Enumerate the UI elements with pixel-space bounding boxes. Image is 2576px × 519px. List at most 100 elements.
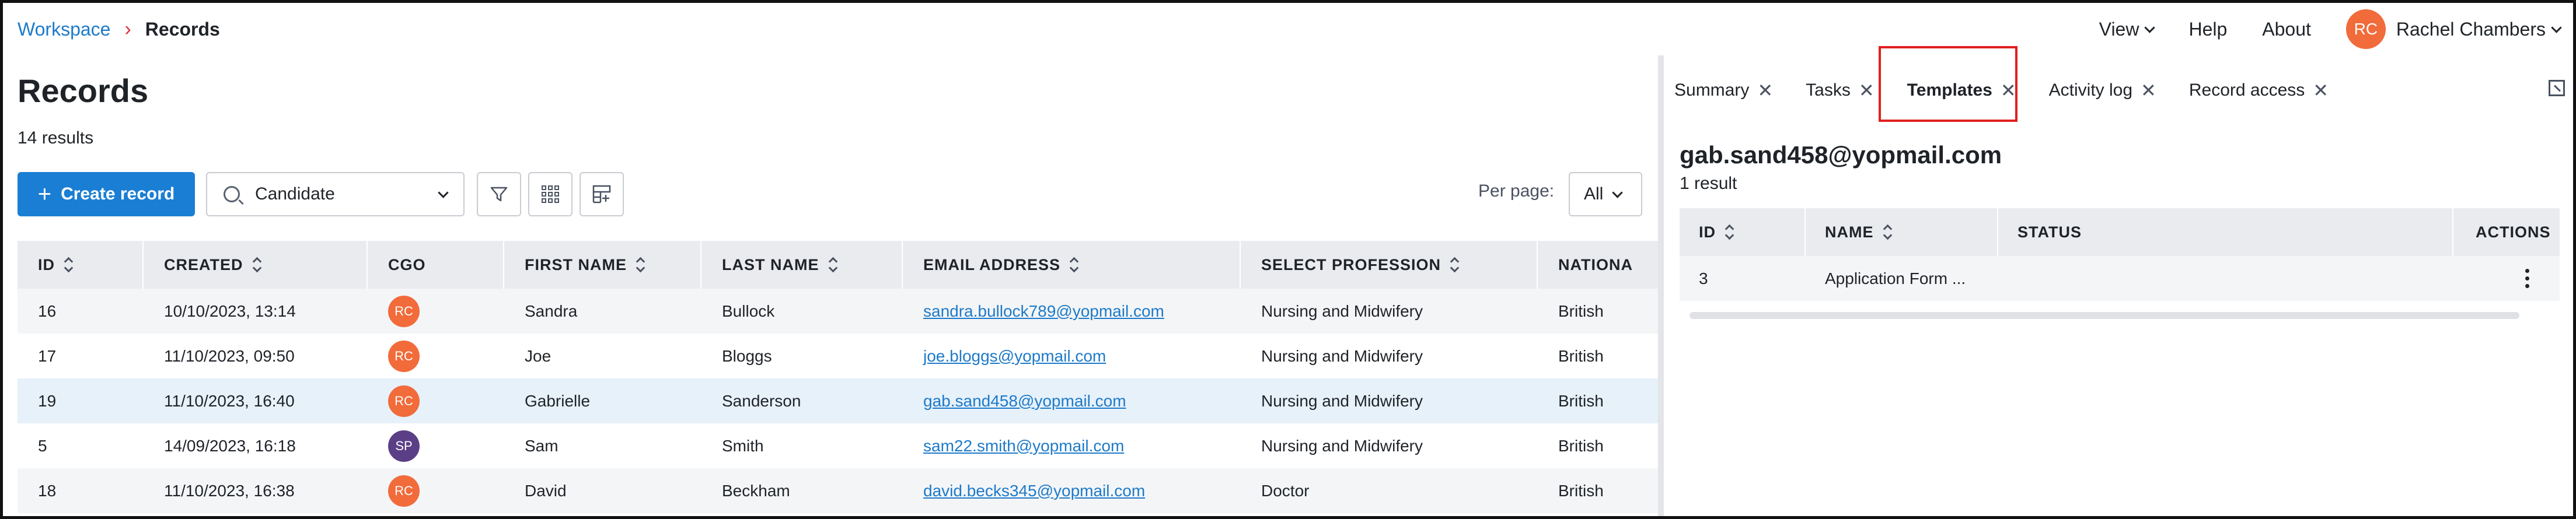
chevron-down-icon bbox=[2144, 22, 2156, 33]
column-header-name[interactable]: NAME bbox=[1806, 208, 1998, 256]
cell-id: 18 bbox=[38, 481, 57, 500]
cell-first-name: Sam bbox=[525, 436, 559, 455]
cell-cgo: RC bbox=[368, 340, 504, 372]
column-header-last-name[interactable]: LAST NAME bbox=[701, 241, 903, 289]
chevron-down-icon bbox=[2551, 22, 2562, 33]
cell-created: 11/10/2023, 16:40 bbox=[164, 391, 295, 410]
cell-profession: Nursing and Midwifery bbox=[1261, 346, 1423, 365]
expand-panel-icon[interactable] bbox=[2549, 80, 2565, 96]
column-header-id[interactable]: ID bbox=[1680, 208, 1806, 256]
table-row[interactable]: 18 11/10/2023, 16:38 RC David Beckham da… bbox=[18, 468, 1658, 513]
email-link[interactable]: gab.sand458@yopmail.com bbox=[923, 392, 1126, 410]
per-page-value: All bbox=[1584, 184, 1604, 204]
about-link[interactable]: About bbox=[2262, 19, 2311, 40]
more-actions-icon[interactable] bbox=[2525, 267, 2529, 290]
column-header-profession[interactable]: SELECT PROFESSION bbox=[1241, 241, 1538, 289]
cell-last-name: Sanderson bbox=[722, 391, 801, 410]
breadcrumb-workspace-link[interactable]: Workspace bbox=[18, 19, 110, 40]
panel-splitter[interactable] bbox=[1658, 55, 1664, 516]
cell-profession: Nursing and Midwifery bbox=[1261, 301, 1423, 320]
table-row[interactable]: 16 10/10/2023, 13:14 RC Sandra Bullock s… bbox=[18, 289, 1658, 334]
email-link[interactable]: sam22.smith@yopmail.com bbox=[923, 437, 1124, 455]
page-title: Records bbox=[18, 72, 149, 109]
create-record-button[interactable]: + Create record bbox=[18, 172, 195, 216]
cell-created: 10/10/2023, 13:14 bbox=[164, 301, 296, 320]
column-label: ID bbox=[1699, 223, 1716, 241]
help-link[interactable]: Help bbox=[2188, 19, 2227, 40]
cell-last-name: Bullock bbox=[722, 301, 775, 320]
column-header-first-name[interactable]: FIRST NAME bbox=[504, 241, 701, 289]
table-row-selected[interactable]: 19 11/10/2023, 16:40 RC Gabrielle Sander… bbox=[18, 378, 1658, 423]
column-header-email[interactable]: EMAIL ADDRESS bbox=[903, 241, 1241, 289]
templates-table: ID NAME STATUS ACTIONS 3 Application For… bbox=[1680, 208, 2560, 301]
column-label: STATUS bbox=[2017, 223, 2082, 241]
column-label: NATIONA bbox=[1558, 255, 1633, 273]
column-header-id[interactable]: ID bbox=[18, 241, 144, 289]
avatar: RC bbox=[388, 295, 420, 327]
column-header-created[interactable]: CREATED bbox=[144, 241, 368, 289]
tab-label: Tasks bbox=[1806, 80, 1851, 100]
cell-nationality: British bbox=[1558, 346, 1604, 365]
column-label: ID bbox=[38, 255, 55, 273]
tab-label: Activity log bbox=[2048, 80, 2133, 100]
cell-first-name: Joe bbox=[525, 346, 551, 365]
column-label: NAME bbox=[1825, 223, 1874, 241]
column-header-actions: ACTIONS bbox=[2453, 208, 2560, 256]
tab-tasks[interactable]: Tasks ✕ bbox=[1806, 55, 1875, 125]
filter-button[interactable] bbox=[477, 172, 521, 216]
close-icon[interactable]: ✕ bbox=[1757, 79, 1773, 101]
horizontal-scrollbar[interactable] bbox=[1690, 312, 2519, 319]
column-header-nationality[interactable]: NATIONA bbox=[1538, 241, 1658, 289]
email-link[interactable]: sandra.bullock789@yopmail.com bbox=[923, 302, 1164, 320]
column-label: EMAIL ADDRESS bbox=[923, 255, 1061, 273]
cell-created: 14/09/2023, 16:18 bbox=[164, 436, 296, 455]
top-bar: Workspace › Records View Help About RC R… bbox=[3, 3, 2573, 55]
column-label: FIRST NAME bbox=[525, 255, 627, 273]
avatar: RC bbox=[388, 385, 420, 417]
column-header-cgo: CGO bbox=[368, 241, 504, 289]
tab-record-access[interactable]: Record access ✕ bbox=[2189, 55, 2329, 125]
cell-nationality: British bbox=[1558, 481, 1604, 500]
per-page-select[interactable]: All bbox=[1569, 172, 1642, 216]
column-label: SELECT PROFESSION bbox=[1261, 255, 1441, 273]
table-row[interactable]: 17 11/10/2023, 09:50 RC Joe Bloggs joe.b… bbox=[18, 334, 1658, 378]
cell-last-name: Beckham bbox=[722, 481, 790, 500]
avatar: RC bbox=[388, 340, 420, 372]
cell-profession: Nursing and Midwifery bbox=[1261, 391, 1423, 410]
cell-last-name: Bloggs bbox=[722, 346, 772, 365]
table-header: ID NAME STATUS ACTIONS bbox=[1680, 208, 2560, 256]
records-table: ID CREATED CGO FIRST NAME LAST NAME EMAI… bbox=[18, 241, 1658, 513]
table-row[interactable]: 3 Application Form ... bbox=[1680, 256, 2560, 301]
create-record-label: Create record bbox=[61, 184, 175, 204]
close-icon[interactable]: ✕ bbox=[1859, 79, 1875, 101]
cell-cgo: RC bbox=[368, 295, 504, 327]
column-label: CREATED bbox=[164, 255, 243, 273]
tab-summary[interactable]: Summary ✕ bbox=[1674, 55, 1773, 125]
cell-cgo: RC bbox=[368, 385, 504, 417]
close-icon[interactable]: ✕ bbox=[2313, 79, 2329, 101]
email-link[interactable]: joe.bloggs@yopmail.com bbox=[923, 347, 1106, 365]
view-menu-label: View bbox=[2099, 18, 2139, 40]
cell-email: sam22.smith@yopmail.com bbox=[903, 437, 1241, 455]
column-header-status: STATUS bbox=[1998, 208, 2453, 256]
user-menu[interactable]: RC Rachel Chambers bbox=[2345, 9, 2562, 49]
add-column-button[interactable] bbox=[580, 172, 624, 216]
view-menu[interactable]: View bbox=[2099, 18, 2156, 40]
column-label: LAST NAME bbox=[722, 255, 819, 273]
detail-tabs: Summary ✕ Tasks ✕ Templates ✕ Activity log ✕… bbox=[1664, 55, 2573, 125]
close-icon[interactable]: ✕ bbox=[2141, 79, 2156, 101]
cell-last-name: Smith bbox=[722, 436, 764, 455]
sort-icon bbox=[253, 258, 261, 272]
tab-activity-log[interactable]: Activity log ✕ bbox=[2049, 55, 2156, 125]
cell-nationality: British bbox=[1558, 391, 1604, 410]
record-type-select[interactable]: Candidate bbox=[206, 172, 465, 216]
cell-created: 11/10/2023, 16:38 bbox=[164, 481, 295, 500]
email-link[interactable]: david.becks345@yopmail.com bbox=[923, 482, 1145, 500]
record-detail-panel: Summary ✕ Tasks ✕ Templates ✕ Activity log ✕… bbox=[1664, 55, 2573, 516]
chevron-down-icon bbox=[438, 187, 449, 198]
table-row[interactable]: 5 14/09/2023, 16:18 SP Sam Smith sam22.s… bbox=[18, 423, 1658, 468]
cell-cgo: SP bbox=[368, 430, 504, 462]
record-type-value: Candidate bbox=[255, 184, 335, 204]
grid-view-button[interactable] bbox=[528, 172, 573, 216]
avatar: RC bbox=[388, 475, 420, 507]
